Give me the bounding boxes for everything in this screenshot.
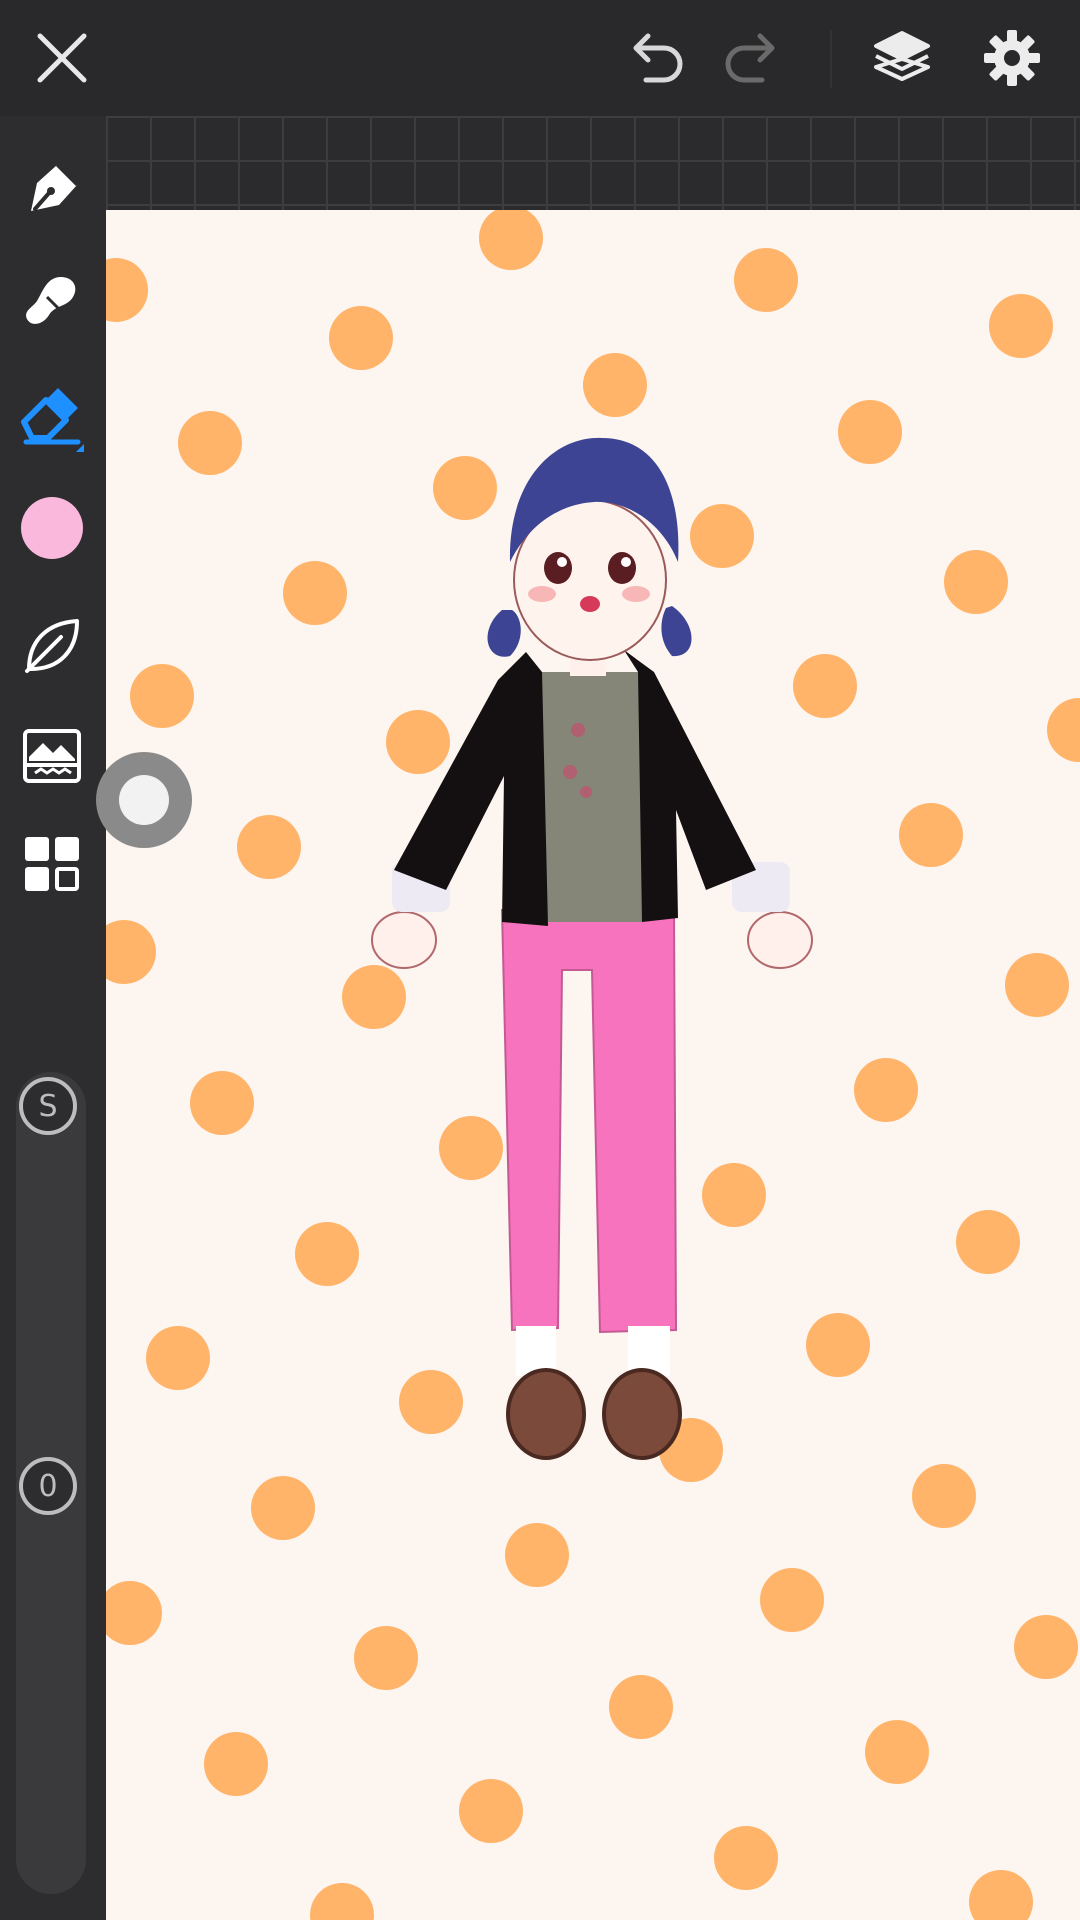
pen-tool[interactable] — [10, 150, 94, 234]
color-picker[interactable] — [10, 488, 94, 572]
drawing-app: S 0 — [0, 0, 1080, 1920]
pen-icon — [21, 159, 83, 225]
brush-size-preview — [119, 775, 169, 825]
layers-button[interactable] — [860, 18, 944, 102]
smudge-icon — [21, 271, 83, 337]
grid-menu-icon — [21, 833, 83, 899]
brush-size-handle[interactable] — [96, 752, 192, 848]
image-filter-icon — [21, 725, 83, 791]
more-tools-button[interactable] — [10, 824, 94, 908]
tool-sidebar: S 0 — [0, 116, 106, 1920]
image-filter-tool[interactable] — [10, 716, 94, 800]
toolbar-divider — [830, 30, 832, 88]
material-tool[interactable] — [10, 606, 94, 690]
eraser-icon — [16, 380, 88, 456]
redo-icon — [720, 32, 784, 88]
drawing-canvas[interactable] — [106, 210, 1080, 1920]
undo-button[interactable] — [614, 18, 698, 102]
close-button[interactable] — [20, 18, 104, 102]
close-icon — [34, 30, 90, 90]
opacity-slider[interactable] — [16, 1450, 86, 1894]
undo-icon — [624, 32, 688, 88]
layers-icon — [872, 29, 932, 91]
size-slider-label: S — [19, 1077, 77, 1135]
brush-size-slider[interactable] — [16, 1072, 86, 1508]
settings-button[interactable] — [970, 18, 1054, 102]
opacity-slider-label: 0 — [19, 1457, 77, 1515]
top-bar — [0, 0, 1080, 116]
redo-button[interactable] — [710, 18, 794, 102]
canvas-ruler-grid — [106, 116, 1080, 210]
artwork — [106, 210, 1080, 1920]
gear-icon — [982, 28, 1042, 92]
eraser-tool[interactable] — [10, 376, 94, 460]
color-swatch — [19, 495, 85, 565]
leaf-icon — [21, 615, 83, 681]
smudge-tool[interactable] — [10, 262, 94, 346]
